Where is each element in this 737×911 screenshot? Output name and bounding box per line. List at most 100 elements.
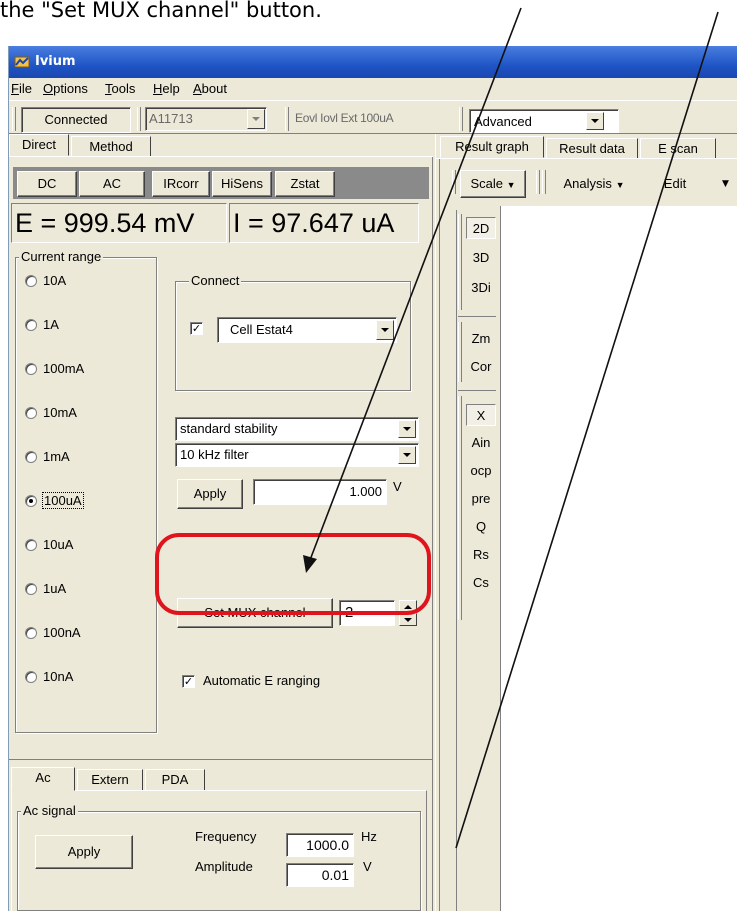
mux-channel-input[interactable]: 2 (339, 600, 395, 626)
window-title: Ivium (35, 54, 76, 69)
radio-button-selected[interactable] (25, 495, 37, 507)
frequency-input[interactable]: 1000.0 (286, 833, 354, 857)
analysis-label: Analysis (563, 176, 612, 191)
x-button[interactable]: X (466, 404, 496, 426)
rs-button[interactable]: Rs (466, 544, 496, 566)
chevron-down-icon[interactable] (586, 112, 604, 130)
stepper-down-icon[interactable] (399, 613, 417, 626)
toolbar-grip[interactable] (536, 170, 540, 194)
auto-ranging-label: Automatic E ranging (203, 673, 321, 688)
scale-label: Scale (470, 176, 503, 191)
menu-file[interactable]: File (11, 81, 32, 96)
set-mux-channel-button[interactable]: Set MUX channel (177, 598, 333, 628)
app-logo-icon (14, 56, 30, 68)
tab-method[interactable]: Method (71, 136, 151, 156)
graph-canvas[interactable] (500, 206, 737, 911)
connected-button[interactable]: Connected (21, 107, 131, 133)
current-readout: I = 97.647 uA (229, 203, 419, 243)
radio-button[interactable] (25, 627, 37, 639)
mux-stepper[interactable] (399, 600, 417, 626)
cs-button[interactable]: Cs (466, 572, 496, 594)
connect-checkbox[interactable]: ✓ (190, 322, 203, 335)
menu-help[interactable]: Help (153, 81, 180, 96)
mode-select[interactable]: Advanced (469, 109, 619, 133)
ac-apply-button[interactable]: Apply (35, 835, 133, 869)
tab-e-scan[interactable]: E scan (640, 138, 716, 158)
cell-value: Cell Estat4 (230, 322, 293, 337)
ircorr-button[interactable]: IRcorr (152, 171, 210, 197)
toolbar: Connected A11713 Eovl Iovl Ext 100uA Adv… (9, 100, 737, 134)
tab-result-data[interactable]: Result data (546, 138, 638, 158)
pre-button[interactable]: pre (466, 488, 496, 510)
cor-button[interactable]: Cor (466, 356, 496, 378)
toolbar-grip[interactable] (137, 107, 141, 131)
q-button[interactable]: Q (466, 516, 496, 538)
chevron-down-icon[interactable]: ▼ (712, 170, 737, 198)
analysis-button[interactable]: Analysis ▼ (550, 170, 638, 198)
radio-button[interactable] (25, 671, 37, 683)
zoom-button[interactable]: Zm (466, 328, 496, 350)
radio-button[interactable] (25, 539, 37, 551)
filter-select[interactable]: 10 kHz filter (175, 443, 419, 467)
view-2d-button[interactable]: 2D (466, 217, 496, 239)
menu-options[interactable]: Options (43, 81, 88, 96)
toolbar-grip[interactable] (285, 107, 289, 131)
chevron-down-icon: ▼ (506, 180, 516, 190)
chevron-down-icon[interactable] (247, 109, 265, 129)
view-3di-button[interactable]: 3Di (466, 277, 496, 299)
toolbar-grip[interactable] (458, 322, 462, 382)
app-window: Ivium File Options Tools Help About Conn… (8, 46, 737, 911)
tab-direct[interactable]: Direct (9, 134, 69, 156)
chevron-down-icon[interactable] (398, 420, 416, 438)
device-select[interactable]: A11713 (145, 107, 267, 131)
toolbar-grip[interactable] (458, 214, 462, 310)
stepper-up-icon[interactable] (399, 600, 417, 613)
ocp-button[interactable]: ocp (466, 460, 496, 482)
radio-button[interactable] (25, 363, 37, 375)
chevron-down-icon: ▼ (615, 180, 625, 190)
side-divider (458, 316, 496, 317)
ac-button[interactable]: AC (79, 171, 145, 197)
auto-ranging-checkbox[interactable]: ✓ (182, 675, 195, 688)
amplitude-input[interactable]: 0.01 (286, 863, 354, 887)
chevron-down-icon[interactable] (398, 446, 416, 464)
instruction-caption: the "Set MUX channel" button. (0, 0, 737, 36)
amplitude-unit: V (363, 859, 372, 874)
status-text: Eovl Iovl Ext 100uA (295, 111, 394, 125)
stability-select[interactable]: standard stability (175, 417, 419, 441)
splitter[interactable] (436, 159, 440, 911)
voltage-input[interactable]: 1.000 (253, 479, 387, 505)
view-3d-button[interactable]: 3D (466, 247, 496, 269)
tab-extern[interactable]: Extern (77, 769, 143, 790)
toolbar-grip[interactable] (459, 107, 463, 131)
toolbar-grip[interactable] (12, 107, 16, 131)
radio-button[interactable] (25, 275, 37, 287)
cell-select[interactable]: Cell Estat4 (217, 317, 397, 343)
menu-about[interactable]: About (193, 81, 227, 96)
radio-button[interactable] (25, 451, 37, 463)
menu-tools[interactable]: Tools (105, 81, 135, 96)
hisens-button[interactable]: HiSens (212, 171, 272, 197)
stability-value: standard stability (180, 421, 278, 436)
voltage-unit: V (393, 479, 402, 494)
radio-button[interactable] (25, 407, 37, 419)
filter-value: 10 kHz filter (180, 447, 249, 462)
toolbar-grip[interactable] (542, 170, 546, 194)
voltage-readout: E = 999.54 mV (11, 203, 227, 243)
device-value: A11713 (149, 111, 193, 126)
tab-pda[interactable]: PDA (145, 769, 205, 790)
radio-button[interactable] (25, 319, 37, 331)
zstat-button[interactable]: Zstat (275, 171, 335, 197)
ain-button[interactable]: Ain (466, 432, 496, 454)
dc-button[interactable]: DC (17, 171, 77, 197)
edit-button[interactable]: Edit (640, 170, 710, 198)
scale-button[interactable]: Scale ▼ (460, 170, 526, 198)
chevron-down-icon[interactable] (376, 320, 394, 340)
edit-label: Edit (663, 176, 687, 191)
tab-ac[interactable]: Ac (11, 767, 75, 791)
toolbar-grip[interactable] (452, 170, 456, 194)
tab-result-graph[interactable]: Result graph (440, 136, 544, 158)
apply-button[interactable]: Apply (177, 479, 243, 509)
toolbar-grip[interactable] (458, 396, 462, 620)
radio-button[interactable] (25, 583, 37, 595)
